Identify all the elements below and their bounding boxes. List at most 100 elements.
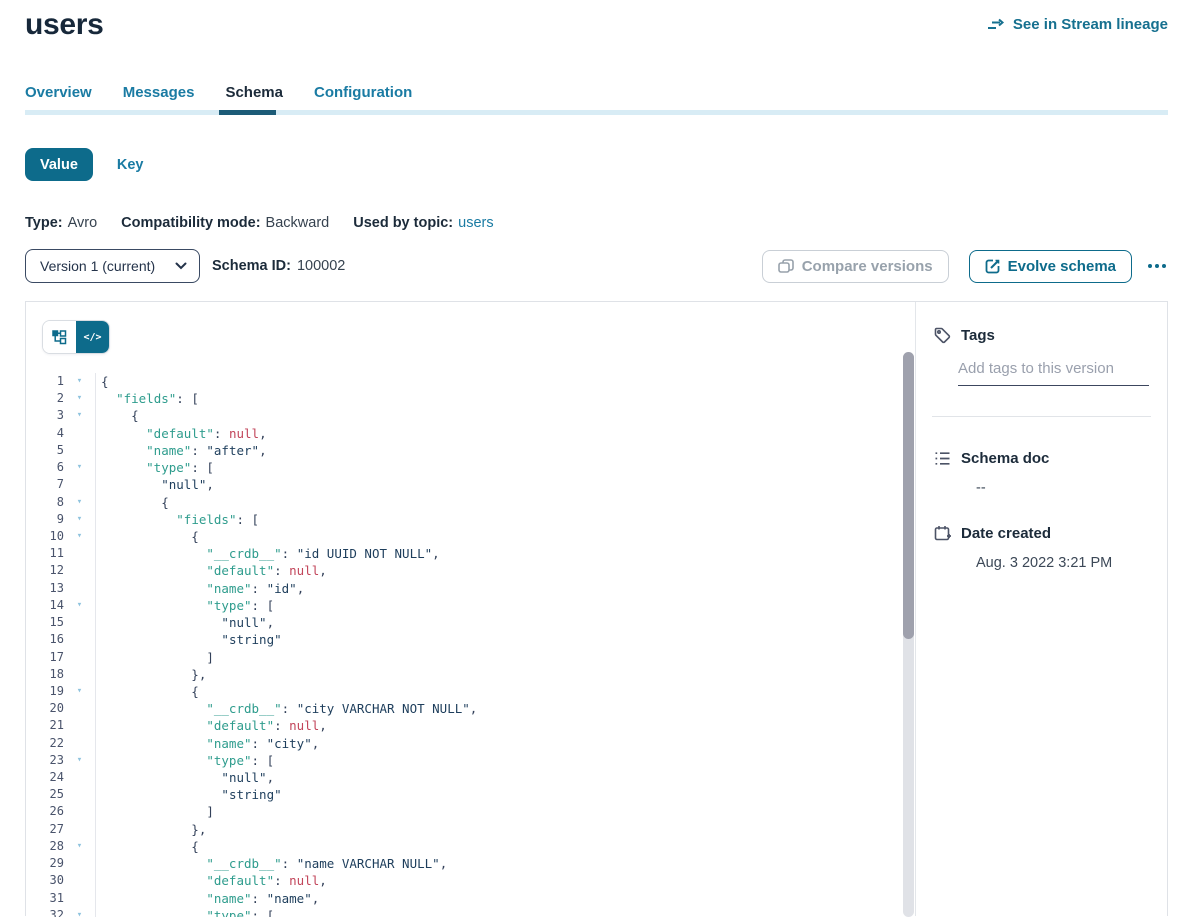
fold-gutter [64,545,96,562]
code-line: 17 ] [26,649,903,666]
fold-toggle-icon[interactable]: ▾ [64,597,96,614]
fold-toggle-icon[interactable]: ▾ [64,373,96,390]
fold-toggle-icon[interactable]: ▾ [64,752,96,769]
stream-lineage-label: See in Stream lineage [1013,16,1168,33]
fold-gutter [64,700,96,717]
line-number: 9 [26,511,64,528]
fold-gutter [64,786,96,803]
type-label: Type: [25,215,63,231]
value-tab-button[interactable]: Value [25,148,93,181]
key-tab-link[interactable]: Key [117,157,144,173]
code-text: { [96,494,169,511]
code-text: "default": null, [96,425,267,442]
line-number: 10 [26,528,64,545]
fold-toggle-icon[interactable]: ▾ [64,907,96,917]
line-number: 31 [26,890,64,907]
line-number: 21 [26,717,64,734]
code-text: "__crdb__": "city VARCHAR NOT NULL", [96,700,477,717]
fold-toggle-icon[interactable]: ▾ [64,838,96,855]
schema-id-label: Schema ID: [212,258,291,274]
line-number: 3 [26,407,64,424]
code-text: "type": [ [96,459,214,476]
add-tags-input[interactable] [958,358,1149,386]
used-by-topic-link[interactable]: users [458,215,493,231]
more-options-button[interactable] [1146,260,1168,272]
fold-gutter [64,803,96,820]
line-number: 25 [26,786,64,803]
version-toolbar: Version 1 (current) Schema ID: 100002 Co… [25,249,1168,283]
code-line: 4 "default": null, [26,425,903,442]
code-text: }, [96,821,206,838]
stream-lineage-icon [987,18,1006,32]
tab-schema[interactable]: Schema [225,84,283,110]
tags-section-header: Tags [934,327,1149,344]
code-line: 19▾ { [26,683,903,700]
schema-view-toggle: </> [42,320,110,354]
evolve-schema-button[interactable]: Evolve schema [969,250,1132,283]
code-text: "null", [96,769,274,786]
line-number: 17 [26,649,64,666]
code-text: "name": "after", [96,442,267,459]
schema-meta-row: Type: Avro Compatibility mode: Backward … [25,215,1189,231]
code-text: "__crdb__": "name VARCHAR NULL", [96,855,447,872]
fold-gutter [64,631,96,648]
version-select-value: Version 1 (current) [40,258,155,274]
code-line: 7 "null", [26,476,903,493]
code-line: 26 ] [26,803,903,820]
line-number: 13 [26,580,64,597]
code-editor[interactable]: 1▾{2▾ "fields": [3▾ {4 "default": null,5… [26,373,903,917]
fold-toggle-icon[interactable]: ▾ [64,494,96,511]
code-line: 15 "null", [26,614,903,631]
code-line: 6▾ "type": [ [26,459,903,476]
code-text: "default": null, [96,717,327,734]
fold-toggle-icon[interactable]: ▾ [64,528,96,545]
stream-lineage-link[interactable]: See in Stream lineage [987,16,1168,33]
fold-toggle-icon[interactable]: ▾ [64,683,96,700]
fold-toggle-icon[interactable]: ▾ [64,511,96,528]
code-view-button[interactable]: </> [76,321,109,353]
page-header: users See in Stream lineage [0,0,1189,42]
fold-gutter [64,735,96,752]
tab-messages[interactable]: Messages [123,84,195,110]
chevron-down-icon [175,262,187,270]
line-number: 32 [26,907,64,917]
fold-gutter [64,769,96,786]
code-text: "name": "name", [96,890,319,907]
fold-gutter [64,666,96,683]
code-text: "string" [96,631,282,648]
code-text: { [96,407,139,424]
list-icon [934,451,951,466]
line-number: 5 [26,442,64,459]
fold-toggle-icon[interactable]: ▾ [64,390,96,407]
line-number: 19 [26,683,64,700]
line-number: 23 [26,752,64,769]
code-line: 25 "string" [26,786,903,803]
schema-doc-heading: Schema doc [961,450,1049,467]
code-scrollbar-thumb[interactable] [903,352,914,639]
tree-view-button[interactable] [43,321,76,353]
sidebar-divider [932,416,1151,417]
code-text: { [96,528,199,545]
code-text: "type": [ [96,752,274,769]
line-number: 12 [26,562,64,579]
code-text: "default": null, [96,872,327,889]
compare-versions-button[interactable]: Compare versions [762,250,949,283]
tree-view-icon [52,330,67,345]
code-line: 18 }, [26,666,903,683]
compare-versions-label: Compare versions [802,258,933,275]
page-title: users [25,8,104,42]
code-line: 2▾ "fields": [ [26,390,903,407]
fold-gutter [64,476,96,493]
tab-configuration[interactable]: Configuration [314,84,412,110]
code-view-icon: </> [83,332,101,343]
fold-toggle-icon[interactable]: ▾ [64,407,96,424]
compare-versions-icon [778,259,794,274]
tab-overview[interactable]: Overview [25,84,92,110]
line-number: 1 [26,373,64,390]
fold-toggle-icon[interactable]: ▾ [64,459,96,476]
code-scrollbar-track[interactable] [903,352,914,917]
version-select[interactable]: Version 1 (current) [25,249,200,283]
fold-gutter [64,717,96,734]
code-line: 22 "name": "city", [26,735,903,752]
fold-gutter [64,821,96,838]
